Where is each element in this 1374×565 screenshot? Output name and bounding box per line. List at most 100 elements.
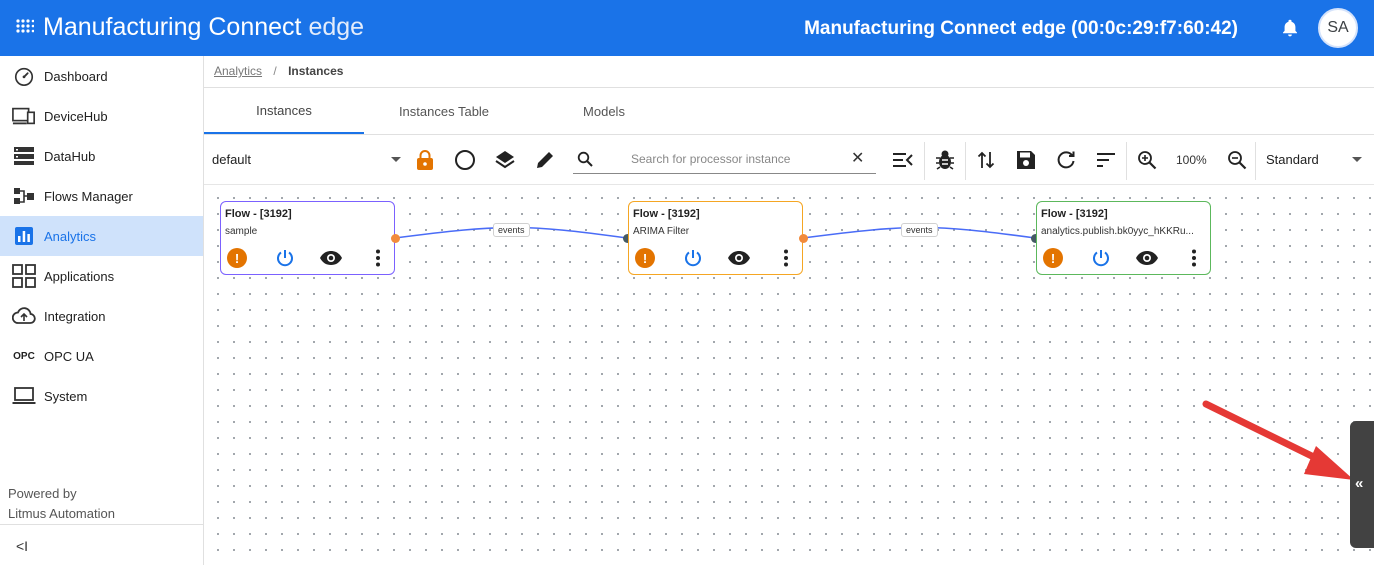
annotation-arrow-icon <box>1202 400 1354 480</box>
search-input[interactable] <box>631 152 841 166</box>
node-actions: ! <box>629 246 804 270</box>
cloud-upload-icon <box>12 304 36 328</box>
warning-icon[interactable]: ! <box>633 246 657 270</box>
swap-vertical-icon[interactable] <box>974 148 998 172</box>
breadcrumb: Analytics / Instances <box>214 64 343 78</box>
devices-icon <box>12 104 36 128</box>
node-actions: ! <box>1037 246 1212 270</box>
tab-instances-table[interactable]: Instances Table <box>364 88 524 134</box>
top-app-bar: Manufacturing Connect edge Manufacturing… <box>0 0 1374 56</box>
powered-by-line: Powered by <box>8 486 77 501</box>
notification-bell-icon[interactable] <box>1280 18 1300 38</box>
collapse-sidebar-icon[interactable]: <I <box>16 538 28 554</box>
laptop-icon <box>12 384 36 408</box>
opc-icon: OPC <box>12 344 36 368</box>
sidebar-item-label: System <box>44 388 88 404</box>
tab-models[interactable]: Models <box>524 88 684 134</box>
chevron-down-icon[interactable] <box>1352 157 1362 162</box>
processor-search: ✕ <box>573 146 876 174</box>
sidebar-item-system[interactable]: System <box>0 376 203 416</box>
tab-instances[interactable]: Instances <box>204 88 364 134</box>
sidebar-item-flows-manager[interactable]: Flows Manager <box>0 176 203 216</box>
data-stack-icon <box>12 144 36 168</box>
sidebar-item-dashboard[interactable]: Dashboard <box>0 56 203 96</box>
sidebar-item-label: Flows Manager <box>44 188 133 204</box>
edge-label: events <box>901 223 938 237</box>
node-subtitle: analytics.publish.bk0yyc_hKKRu... <box>1041 226 1194 237</box>
group-select[interactable]: default <box>212 152 251 167</box>
sidebar-item-opc-ua[interactable]: OPC OPC UA <box>0 336 203 376</box>
layers-icon[interactable] <box>493 148 517 172</box>
eye-icon[interactable] <box>319 246 343 270</box>
app-title-main: Manufacturing Connect <box>43 13 302 41</box>
toolbar-divider <box>965 142 966 180</box>
chevron-down-icon[interactable] <box>391 157 401 162</box>
node-title: Flow - [3192] <box>633 208 700 220</box>
lock-icon[interactable] <box>413 148 437 172</box>
sidebar-item-analytics[interactable]: Analytics <box>0 216 203 256</box>
collapse-list-icon[interactable] <box>891 148 915 172</box>
clear-search-icon[interactable]: ✕ <box>851 148 864 168</box>
sidebar-item-datahub[interactable]: DataHub <box>0 136 203 176</box>
tab-bar: Instances Instances Table Models <box>204 88 1374 135</box>
sidebar-item-label: Integration <box>44 308 106 324</box>
warning-icon[interactable]: ! <box>1041 246 1065 270</box>
node-subtitle: sample <box>225 226 258 237</box>
node-title: Flow - [3192] <box>225 208 292 220</box>
device-title: Manufacturing Connect edge (00:0c:29:f7:… <box>804 18 1238 39</box>
power-icon[interactable] <box>1089 246 1113 270</box>
powered-by-company: Litmus Automation <box>8 506 115 521</box>
flow-node[interactable]: Flow - [3192] ARIMA Filter ! <box>628 201 803 275</box>
sidebar-item-applications[interactable]: Applications <box>0 256 203 296</box>
eye-icon[interactable] <box>1135 246 1159 270</box>
breadcrumb-analytics[interactable]: Analytics <box>214 64 262 78</box>
circle-shape-icon[interactable] <box>453 148 477 172</box>
search-icon <box>577 151 593 167</box>
side-panel-toggle[interactable]: « <box>1350 421 1374 548</box>
toolbar-divider <box>924 142 925 180</box>
apps-grid-icon <box>12 264 36 288</box>
toolbar-divider <box>1255 142 1256 180</box>
power-icon[interactable] <box>681 246 705 270</box>
view-mode-select[interactable]: Standard <box>1266 152 1319 167</box>
sidebar-item-label: Applications <box>44 268 115 284</box>
zoom-in-icon[interactable] <box>1135 148 1159 172</box>
zoom-level: 100% <box>1176 153 1207 167</box>
more-vert-icon[interactable] <box>1182 246 1206 270</box>
flow-icon <box>12 184 36 208</box>
breadcrumb-separator: / <box>273 64 277 78</box>
zoom-out-icon[interactable] <box>1225 148 1249 172</box>
debug-bug-icon[interactable] <box>933 148 957 172</box>
flow-node[interactable]: Flow - [3192] analytics.publish.bk0yyc_h… <box>1036 201 1211 275</box>
sidebar-item-devicehub[interactable]: DeviceHub <box>0 96 203 136</box>
sidebar-item-label: DeviceHub <box>44 108 108 124</box>
user-avatar[interactable]: SA <box>1318 8 1358 48</box>
sidebar-item-integration[interactable]: Integration <box>0 296 203 336</box>
sort-icon[interactable] <box>1094 148 1118 172</box>
flow-node[interactable]: Flow - [3192] sample ! <box>220 201 395 275</box>
more-vert-icon[interactable] <box>366 246 390 270</box>
sidebar-collapse-bar: <I <box>0 524 203 565</box>
pencil-icon[interactable] <box>533 148 557 172</box>
more-vert-icon[interactable] <box>774 246 798 270</box>
sidebar-item-label: OPC UA <box>44 348 94 364</box>
node-title: Flow - [3192] <box>1041 208 1108 220</box>
sidebar-item-label: Analytics <box>44 228 97 244</box>
app-title-edge: edge <box>308 13 365 41</box>
double-chevron-left-icon[interactable]: « <box>1355 475 1363 492</box>
flow-canvas[interactable]: Flow - [3192] sample ! events Flow - [31… <box>204 186 1374 565</box>
power-icon[interactable] <box>273 246 297 270</box>
opc-icon-text: OPC <box>13 350 35 362</box>
output-port[interactable] <box>799 234 808 243</box>
save-icon[interactable] <box>1014 148 1038 172</box>
powered-by-text: Powered by Litmus Automation <box>8 484 115 524</box>
node-subtitle: ARIMA Filter <box>633 226 690 237</box>
canvas-toolbar: default ✕ 100% Standard <box>204 136 1374 185</box>
toolbar-divider <box>1126 142 1127 180</box>
output-port[interactable] <box>391 234 400 243</box>
sidebar-item-label: DataHub <box>44 148 96 164</box>
app-grid-icon[interactable] <box>16 19 34 37</box>
eye-icon[interactable] <box>727 246 751 270</box>
refresh-icon[interactable] <box>1054 148 1078 172</box>
warning-icon[interactable]: ! <box>225 246 249 270</box>
